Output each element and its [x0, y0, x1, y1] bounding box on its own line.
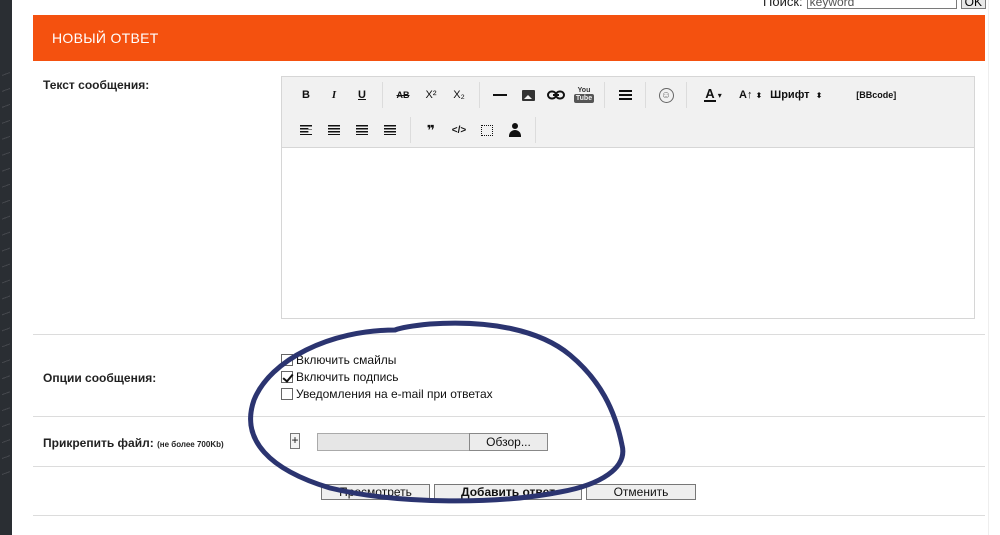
code-icon[interactable]: </> [445, 117, 473, 143]
toolbar-group-format: B I U [282, 82, 383, 108]
toolbar-group-font: A ▾ A↑ ⬍ Шрифт ⬍ [BBcode] [687, 82, 902, 108]
file-path-field[interactable] [317, 433, 470, 451]
toolbar-group-insert: You Tube [480, 82, 605, 108]
divider [33, 466, 985, 467]
font-family-icon[interactable]: Шрифт ⬍ [766, 82, 826, 108]
toolbar-row-1: B I U AB X² X₂ You Tube ☺ A ▾ A↑ ⬍ Шрифт… [282, 78, 902, 112]
options-list: Включить смайлы Включить подпись Уведомл… [281, 351, 493, 402]
checkbox-email-notify[interactable] [281, 387, 293, 400]
option-email-notify[interactable]: Уведомления на e-mail при ответах [281, 385, 493, 402]
font-color-icon[interactable]: A ▾ [699, 82, 727, 108]
toolbar-group-align [282, 117, 411, 143]
preview-button[interactable]: Просмотреть [321, 484, 430, 500]
underline-icon[interactable]: U [348, 82, 376, 108]
italic-icon[interactable]: I [320, 82, 348, 108]
horizontal-rule-icon[interactable] [486, 82, 514, 108]
font-size-icon[interactable]: A↑ ⬍ [735, 82, 766, 108]
attach-note: (не более 700Kb) [157, 440, 224, 449]
page-title: НОВЫЙ ОТВЕТ [33, 15, 985, 61]
youtube-icon[interactable]: You Tube [570, 82, 598, 108]
user-icon[interactable] [501, 117, 529, 143]
option-enable-smileys[interactable]: Включить смайлы [281, 351, 493, 368]
image-icon[interactable] [514, 82, 542, 108]
page-background-left [0, 0, 12, 535]
bbcode-icon[interactable]: [BBcode] [856, 82, 896, 108]
add-file-button[interactable]: + [290, 433, 300, 449]
search-input[interactable] [806, 0, 957, 9]
toolbar-group-smiley: ☺ [646, 82, 687, 108]
search-area: Поиск: OK [763, 0, 986, 9]
checkbox-enable-smileys[interactable] [281, 353, 293, 366]
quote-icon[interactable]: ❞ [417, 117, 445, 143]
search-label: Поиск: [763, 0, 803, 9]
submit-button[interactable]: Добавить ответ [434, 484, 582, 500]
box-icon[interactable] [473, 117, 501, 143]
align-center-icon[interactable] [320, 117, 348, 143]
link-icon[interactable] [542, 82, 570, 108]
editor-toolbar: B I U AB X² X₂ You Tube ☺ A ▾ A↑ ⬍ Шрифт… [282, 77, 974, 148]
cancel-button[interactable]: Отменить [586, 484, 696, 500]
checkbox-enable-signature[interactable] [281, 370, 293, 383]
option-label: Включить подпись [296, 369, 399, 384]
search-ok-button[interactable]: OK [960, 0, 986, 9]
toolbar-group-blocks: ❞ </> [411, 117, 536, 143]
toolbar-group-script: AB X² X₂ [383, 82, 480, 108]
option-label: Уведомления на e-mail при ответах [296, 386, 493, 401]
message-textarea[interactable] [282, 148, 974, 318]
subscript-icon[interactable]: X₂ [445, 82, 473, 108]
divider [33, 515, 985, 516]
strikethrough-icon[interactable]: AB [389, 82, 417, 108]
options-label: Опции сообщения: [43, 371, 157, 385]
align-right-icon[interactable] [348, 117, 376, 143]
bold-icon[interactable]: B [292, 82, 320, 108]
toolbar-row-2: ❞ </> [282, 113, 536, 147]
message-label: Текст сообщения: [43, 78, 150, 92]
divider [33, 334, 985, 335]
list-icon[interactable] [611, 82, 639, 108]
align-left-icon[interactable] [292, 117, 320, 143]
page-background-right [988, 0, 1000, 535]
smiley-icon[interactable]: ☺ [652, 82, 680, 108]
option-enable-signature[interactable]: Включить подпись [281, 368, 493, 385]
attach-label: Прикрепить файл: (не более 700Kb) [43, 436, 224, 450]
superscript-icon[interactable]: X² [417, 82, 445, 108]
message-editor: B I U AB X² X₂ You Tube ☺ A ▾ A↑ ⬍ Шрифт… [281, 76, 975, 319]
browse-button[interactable]: Обзор... [469, 433, 548, 451]
toolbar-group-list [605, 82, 646, 108]
option-label: Включить смайлы [296, 352, 397, 367]
align-justify-icon[interactable] [376, 117, 404, 143]
divider [33, 416, 985, 417]
